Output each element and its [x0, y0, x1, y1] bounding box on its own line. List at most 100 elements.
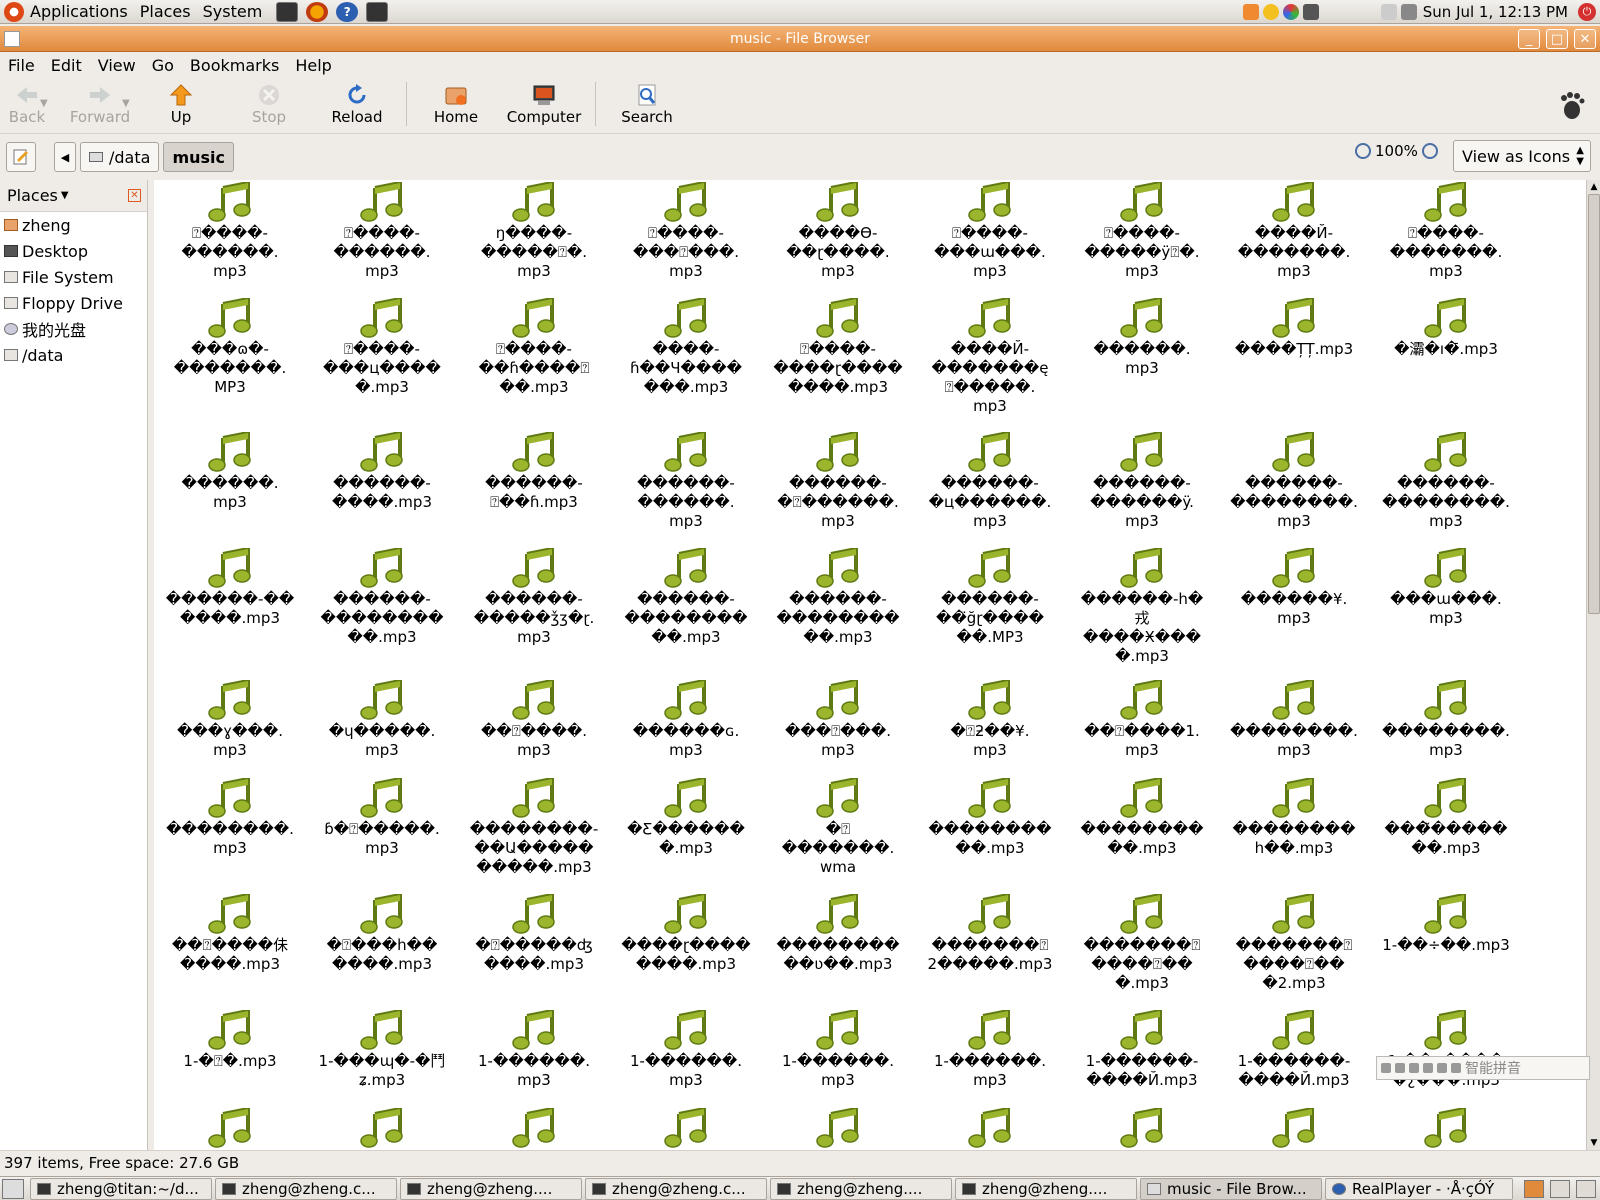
- file-item[interactable]: ��������. mp3: [1370, 678, 1522, 760]
- ubuntu-logo-icon[interactable]: [4, 1, 24, 22]
- zoom-in-icon[interactable]: [1421, 143, 1438, 159]
- sidebar-item-filesystem[interactable]: File System: [0, 264, 147, 290]
- file-item[interactable]: ⍰����- ���ц���� �.mp3: [306, 296, 458, 397]
- tray-app-icon[interactable]: [1242, 4, 1259, 20]
- menu-help[interactable]: Help: [287, 56, 339, 75]
- task-terminal-3[interactable]: zheng@zheng....: [400, 1177, 582, 1200]
- file-item[interactable]: ��������- ��Ա����� �����.mp3: [458, 776, 610, 877]
- file-item[interactable]: ⍰����- ������. mp3: [306, 180, 458, 281]
- show-desktop-icon[interactable]: [2, 1178, 24, 1199]
- file-item[interactable]: 1-�⍰�.mp3: [154, 1008, 306, 1071]
- file-item[interactable]: ���ɣ���. mp3: [154, 678, 306, 760]
- file-item[interactable]: ������- �⍰������. mp3: [762, 430, 914, 531]
- workspace-2-icon[interactable]: [1550, 1179, 1570, 1198]
- task-terminal-6[interactable]: zheng@zheng....: [955, 1177, 1137, 1200]
- scroll-down-arrow-icon[interactable]: ▼: [1587, 1136, 1600, 1150]
- scroll-up-arrow-icon[interactable]: ▲: [1587, 180, 1600, 194]
- file-item[interactable]: �������� h��.mp3: [1218, 776, 1370, 858]
- tray-keyboard-icon[interactable]: [1380, 4, 1397, 20]
- file-item[interactable]: ������- ��̈ğɽ���� ��.MP3: [914, 546, 1066, 647]
- file-item[interactable]: ����ȚȚ.mp3: [1218, 296, 1370, 359]
- toggle-location-entry-button[interactable]: [6, 142, 36, 172]
- computer-button[interactable]: Computer: [499, 78, 589, 130]
- file-item[interactable]: ���ɷ�- �������. MP3: [154, 296, 306, 397]
- file-item[interactable]: ŋ����- �����⍰�. mp3: [458, 180, 610, 281]
- task-terminal-4[interactable]: zheng@zheng.c...: [585, 1177, 767, 1200]
- menu-go[interactable]: Go: [144, 56, 182, 75]
- file-item[interactable]: ������. mp3: [1066, 296, 1218, 378]
- file-item[interactable]: ������- ������. mp3: [610, 430, 762, 531]
- ime-status-bar[interactable]: 智能拼音: [1376, 1056, 1590, 1080]
- file-item[interactable]: ����Ө- ��ɽ����. mp3: [762, 180, 914, 281]
- breadcrumb-scroll-left-button[interactable]: ◀: [54, 142, 76, 172]
- breadcrumb-data[interactable]: /data: [80, 142, 160, 172]
- task-terminal-5[interactable]: zheng@zheng....: [770, 1177, 952, 1200]
- zoom-out-icon[interactable]: [1355, 143, 1371, 159]
- file-item[interactable]: ������¥. mp3: [1218, 546, 1370, 628]
- file-item[interactable]: ��⍰����1. mp3: [1066, 678, 1218, 760]
- file-item[interactable]: ������- ������ÿ. mp3: [1066, 430, 1218, 531]
- file-item[interactable]: �������� ��.mp3: [914, 776, 1066, 858]
- file-item[interactable]: �⍰�����ʤ ����.mp3: [458, 892, 610, 974]
- tray-network-icon[interactable]: [1282, 4, 1299, 20]
- up-button[interactable]: Up: [138, 78, 224, 130]
- minimize-button[interactable]: _: [1518, 29, 1540, 49]
- ime-mode-icon[interactable]: [1395, 1063, 1405, 1073]
- music-note-icon[interactable]: [1272, 1106, 1316, 1148]
- file-item[interactable]: �������⍰ ����⍰�� �.mp3: [1066, 892, 1218, 993]
- sidebar-item-zheng[interactable]: zheng: [0, 212, 147, 238]
- ime-keyboard-icon[interactable]: [1451, 1063, 1461, 1073]
- file-item[interactable]: ������- ⍰��ɦ.mp3: [458, 430, 610, 512]
- file-item[interactable]: �⍰ �������. wma: [762, 776, 914, 877]
- sidebar-item-cdrom[interactable]: 我的光盘: [0, 316, 147, 342]
- file-item[interactable]: ������- �������� ��.mp3: [306, 546, 458, 647]
- file-item[interactable]: 1-������. mp3: [762, 1008, 914, 1090]
- reload-button[interactable]: Reload: [314, 78, 400, 130]
- tray-sun-icon[interactable]: [1262, 4, 1279, 20]
- file-item[interactable]: ������- �������� ��.mp3: [610, 546, 762, 647]
- file-item[interactable]: ⍰����- ����ɽ���� ����.mp3: [762, 296, 914, 397]
- file-item[interactable]: ������- ��������. mp3: [1218, 430, 1370, 531]
- file-item[interactable]: �������⍰ 2�����.mp3: [914, 892, 1066, 974]
- file-item[interactable]: ��⍰����. mp3: [458, 678, 610, 760]
- file-item[interactable]: 1-������. mp3: [610, 1008, 762, 1090]
- file-item[interactable]: ������- �ц������. mp3: [914, 430, 1066, 531]
- file-item[interactable]: �Ƹ������ �.mp3: [610, 776, 762, 858]
- music-note-icon[interactable]: [1120, 1106, 1164, 1148]
- vertical-scrollbar[interactable]: ▲ ▼: [1586, 180, 1600, 1150]
- file-item[interactable]: ������-�� ����.mp3: [154, 546, 306, 628]
- file-item[interactable]: ⍰����- �����ÿ⍰�. mp3: [1066, 180, 1218, 281]
- music-note-icon[interactable]: [1424, 1106, 1468, 1148]
- task-terminal-2[interactable]: zheng@zheng.c...: [215, 1177, 397, 1200]
- file-item[interactable]: 1-��÷��.mp3: [1370, 892, 1522, 955]
- file-item[interactable]: ����Й- �������ę ⍰�����. mp3: [914, 296, 1066, 416]
- sidebar-item-data[interactable]: /data: [0, 342, 147, 368]
- file-item[interactable]: ����ɽ���� ����.mp3: [610, 892, 762, 974]
- view-mode-select[interactable]: View as Icons ▲ ▼: [1453, 140, 1591, 172]
- file-item[interactable]: ������- �����ǯʒ�ɽ. mp3: [458, 546, 610, 647]
- file-item[interactable]: ⍰����- ���⍰���. mp3: [610, 180, 762, 281]
- ime-width-icon[interactable]: [1423, 1063, 1433, 1073]
- file-item[interactable]: ������ɢ. mp3: [610, 678, 762, 760]
- applications-menu[interactable]: Applications: [24, 2, 134, 21]
- panel-clock[interactable]: Sun Jul 1, 12:13 PM: [1423, 3, 1568, 21]
- close-button[interactable]: ✕: [1574, 29, 1596, 49]
- firefox-launcher-icon[interactable]: [306, 1, 329, 22]
- music-note-icon[interactable]: [664, 1106, 708, 1148]
- file-item[interactable]: �������� ��ʋ��.mp3: [762, 892, 914, 974]
- trash-icon[interactable]: [1576, 1179, 1596, 1198]
- help-launcher-icon[interactable]: ?: [336, 1, 359, 22]
- scrollbar-thumb[interactable]: [1588, 194, 1600, 614]
- forward-history-dropdown[interactable]: ▼: [122, 98, 134, 109]
- window-titlebar[interactable]: music - File Browser _ □ ✕: [0, 26, 1600, 52]
- file-item[interactable]: �������⍰ ����⍰�� �2.mp3: [1218, 892, 1370, 993]
- file-item[interactable]: ����- ɦ��Ч���� ���.mp3: [610, 296, 762, 397]
- task-terminal-1[interactable]: zheng@titan:~/d...: [30, 1177, 212, 1200]
- file-item[interactable]: ���⍰���. mp3: [762, 678, 914, 760]
- file-item[interactable]: ⍰����- ������. mp3: [154, 180, 306, 281]
- menu-file[interactable]: File: [0, 56, 43, 75]
- volume-icon[interactable]: [1400, 4, 1417, 20]
- menu-view[interactable]: View: [90, 56, 144, 75]
- ime-penguin-icon[interactable]: [1381, 1063, 1391, 1073]
- home-button[interactable]: Home: [413, 78, 499, 130]
